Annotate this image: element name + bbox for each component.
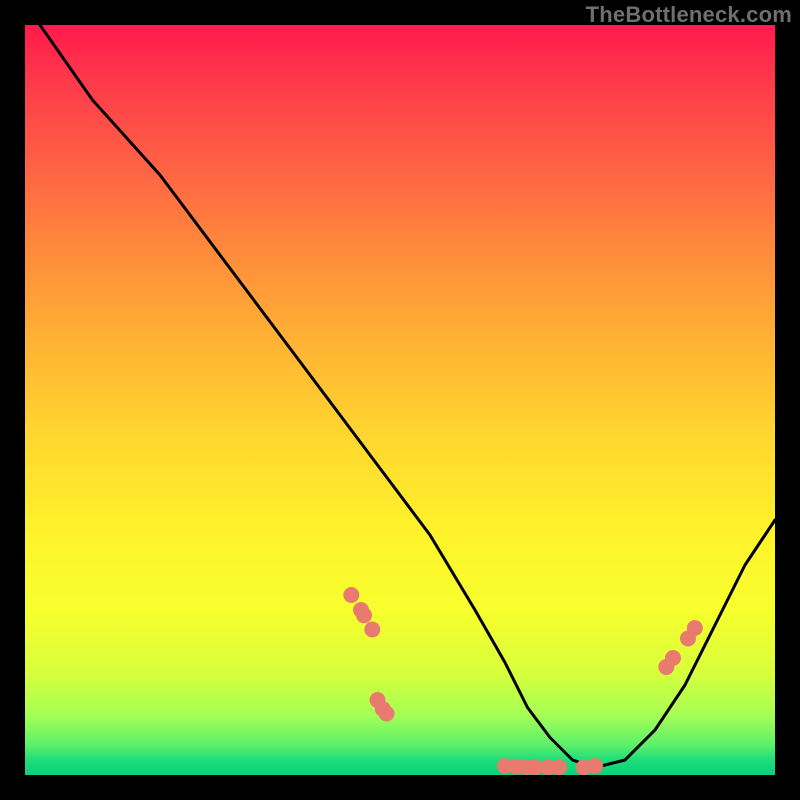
- curve-markers: [343, 587, 703, 775]
- data-marker: [665, 650, 681, 666]
- data-marker: [356, 607, 372, 623]
- chart-svg: [25, 25, 775, 775]
- chart-stage: TheBottleneck.com: [0, 0, 800, 800]
- data-marker: [379, 706, 395, 722]
- data-marker: [587, 758, 603, 774]
- data-marker: [687, 620, 703, 636]
- data-marker: [343, 587, 359, 603]
- chart-plot-area: [25, 25, 775, 775]
- data-marker: [551, 760, 567, 776]
- data-marker: [364, 622, 380, 638]
- curve-line: [25, 25, 775, 768]
